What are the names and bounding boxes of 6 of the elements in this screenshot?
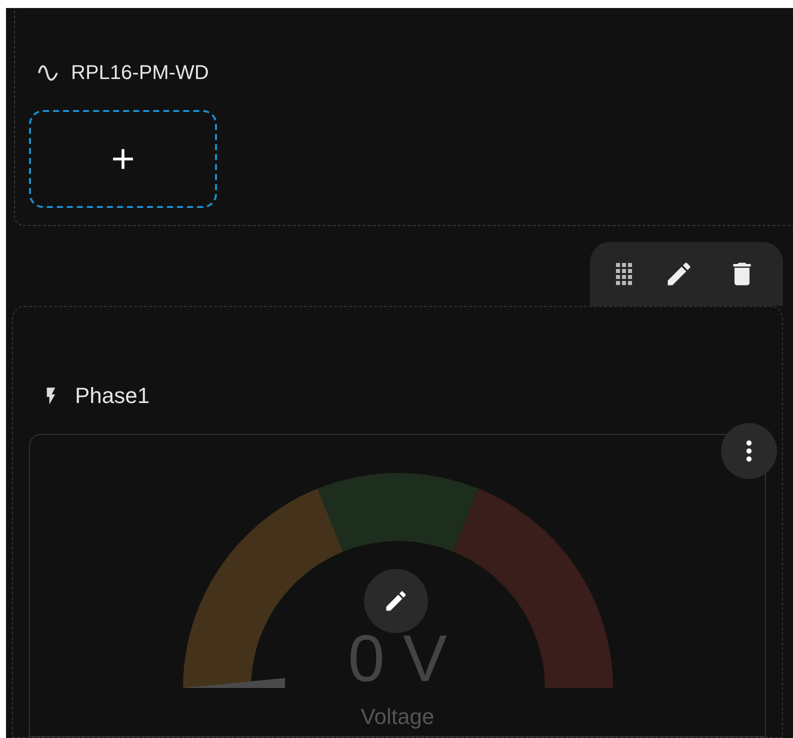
add-button[interactable] (29, 110, 217, 208)
gauge-label: Voltage (360, 703, 436, 731)
more-icon (746, 440, 752, 462)
drag-handle-icon[interactable] (616, 261, 632, 287)
phase-title: Phase1 (75, 382, 150, 410)
device-title: RPL16-PM-WD (71, 61, 209, 86)
